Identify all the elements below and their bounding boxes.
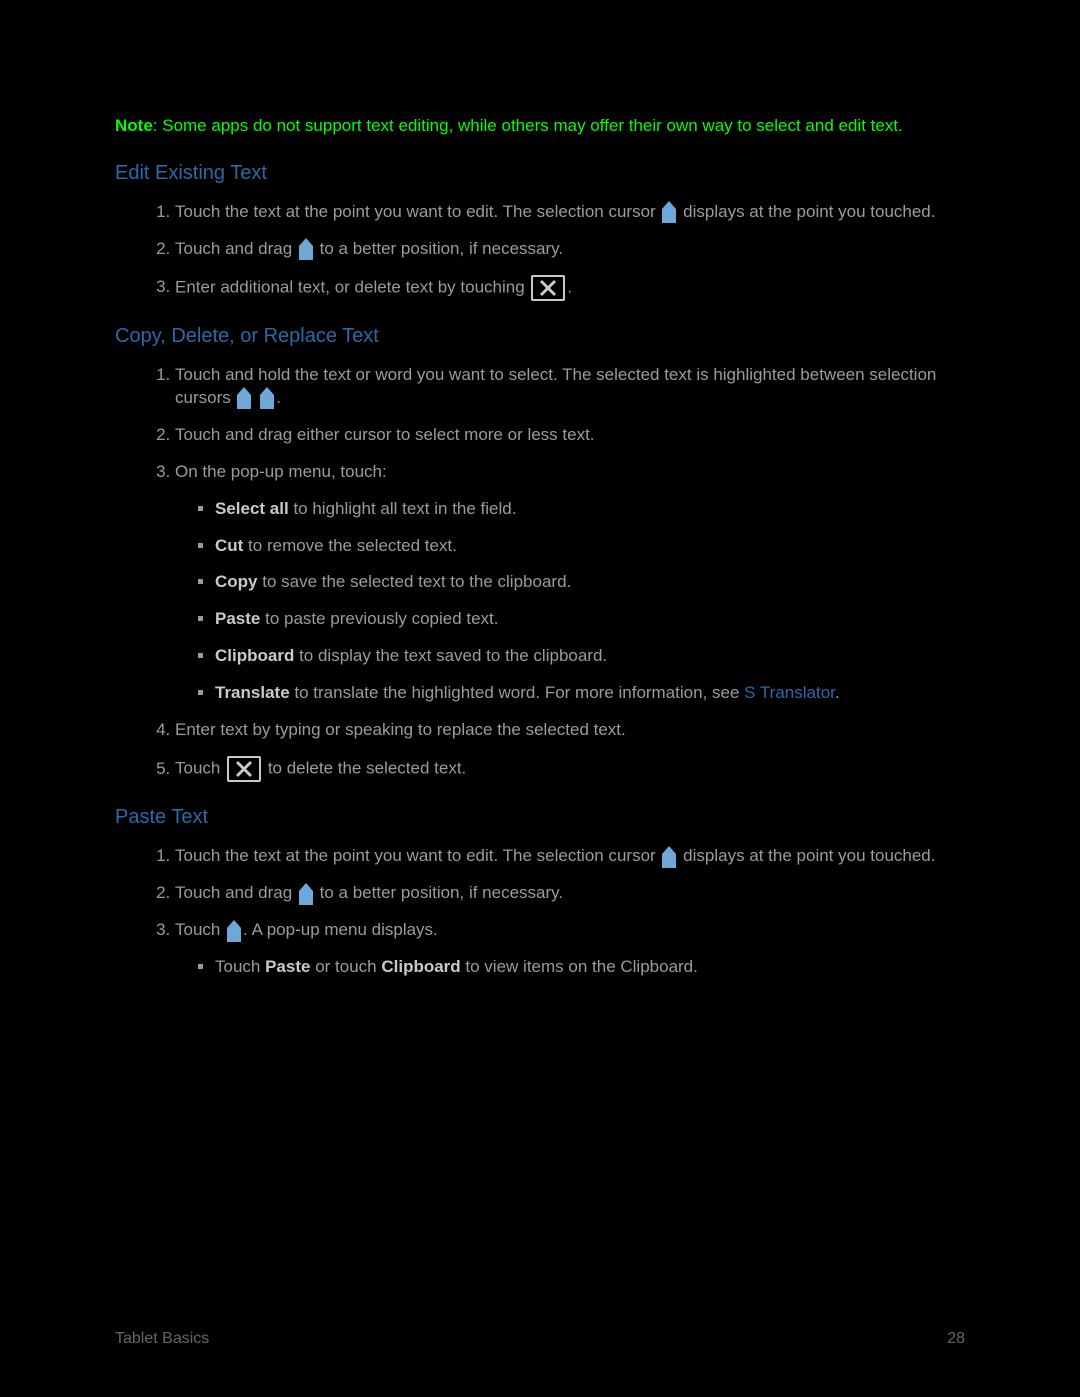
note-block: Note: Some apps do not support text edit… <box>115 115 965 138</box>
sub-list: Touch Paste or touch Clipboard to view i… <box>175 956 965 979</box>
list-item: Touch Paste or touch Clipboard to view i… <box>215 956 965 979</box>
backspace-icon <box>531 275 565 301</box>
popup-menu-list: Select all to highlight all text in the … <box>175 498 965 706</box>
list-copy-delete-replace: Touch and hold the text or word you want… <box>115 364 965 782</box>
menu-select-all: Select all to highlight all text in the … <box>215 498 965 521</box>
note-label: Note <box>115 116 153 135</box>
heading-paste-text: Paste Text <box>115 804 965 831</box>
list-item: Touch and drag either cursor to select m… <box>175 424 965 447</box>
menu-paste: Paste to paste previously copied text. <box>215 608 965 631</box>
footer-page: 28 <box>947 1328 965 1350</box>
cursor-icon <box>237 387 251 409</box>
cursor-icon <box>299 883 313 905</box>
cursor-icon <box>299 238 313 260</box>
list-item: Touch . A pop-up menu displays. Touch Pa… <box>175 919 965 979</box>
list-item: Enter text by typing or speaking to repl… <box>175 719 965 742</box>
cursor-icon <box>662 201 676 223</box>
heading-edit-existing: Edit Existing Text <box>115 160 965 187</box>
list-item: Touch and hold the text or word you want… <box>175 364 965 410</box>
list-item: Touch and drag to a better position, if … <box>175 238 965 261</box>
link-s-translator[interactable]: S Translator <box>744 683 835 702</box>
list-item: Touch and drag to a better position, if … <box>175 882 965 905</box>
menu-copy: Copy to save the selected text to the cl… <box>215 571 965 594</box>
footer: Tablet Basics 28 <box>115 1328 965 1350</box>
cursor-icon <box>662 846 676 868</box>
note-text: : Some apps do not support text editing,… <box>153 116 903 135</box>
list-edit-existing: Touch the text at the point you want to … <box>115 201 965 301</box>
list-item: Touch the text at the point you want to … <box>175 845 965 868</box>
page: Note: Some apps do not support text edit… <box>0 0 1080 1397</box>
list-item: Touch to delete the selected text. <box>175 756 965 782</box>
list-item: Touch the text at the point you want to … <box>175 201 965 224</box>
list-item: On the pop-up menu, touch: Select all to… <box>175 461 965 706</box>
cursor-icon <box>227 920 241 942</box>
cursor-icon <box>260 387 274 409</box>
footer-section: Tablet Basics <box>115 1328 209 1350</box>
heading-copy-delete-replace: Copy, Delete, or Replace Text <box>115 323 965 350</box>
menu-translate: Translate to translate the highlighted w… <box>215 682 965 705</box>
list-paste-text: Touch the text at the point you want to … <box>115 845 965 979</box>
list-item: Enter additional text, or delete text by… <box>175 275 965 301</box>
menu-cut: Cut to remove the selected text. <box>215 535 965 558</box>
backspace-icon <box>227 756 261 782</box>
menu-clipboard: Clipboard to display the text saved to t… <box>215 645 965 668</box>
